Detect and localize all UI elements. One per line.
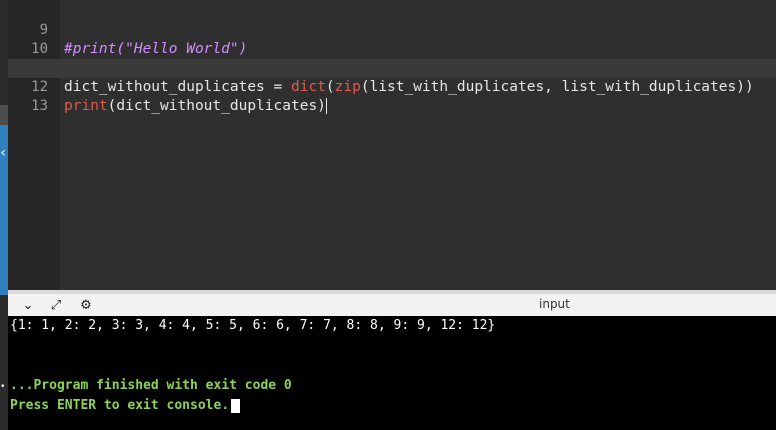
exit-message: ...Program finished with exit code 0 — [10, 378, 292, 393]
text-cursor — [325, 98, 327, 114]
enter-prompt: Press ENTER to exit console. — [10, 398, 241, 414]
code-line-9[interactable]: 9 #print("Hello World") — [8, 2, 776, 57]
code-text: print(dict_without_duplicates) — [64, 98, 327, 114]
console-input-tab[interactable]: input — [539, 297, 570, 311]
code-editor[interactable]: 9 #print("Hello World") 10 list_with_dup… — [8, 0, 776, 290]
code-line-10[interactable]: 10 list_with_duplicates = [1,2,3,12,1,2,… — [8, 21, 776, 76]
terminal-cursor — [231, 398, 241, 413]
code-line-11[interactable]: 11 dict_without_duplicates = dict(zip(li… — [8, 40, 776, 95]
left-side-panel: ‹ • — [0, 0, 8, 430]
line-number: 13 — [31, 98, 48, 114]
code-line-13[interactable]: 13 — [8, 78, 776, 114]
settings-icon[interactable]: ⚙ — [78, 298, 94, 314]
code-line-12[interactable]: 12 print(dict_without_duplicates) — [8, 59, 776, 114]
console-output[interactable]: {1: 1, 2: 2, 3: 3, 4: 4, 5: 5, 6: 6, 7: … — [8, 316, 776, 430]
side-marker-icon: • — [0, 382, 6, 392]
program-output: {1: 1, 2: 2, 3: 3, 4: 4, 5: 5, 6: 6, 7: … — [10, 318, 496, 333]
expand-icon[interactable]: ⤢ — [48, 298, 64, 314]
console-toolbar: ⌄ ⤢ ⚙ input — [8, 290, 776, 316]
collapse-chevron-icon[interactable]: ‹ — [0, 146, 7, 160]
chevron-down-icon[interactable]: ⌄ — [20, 298, 36, 314]
